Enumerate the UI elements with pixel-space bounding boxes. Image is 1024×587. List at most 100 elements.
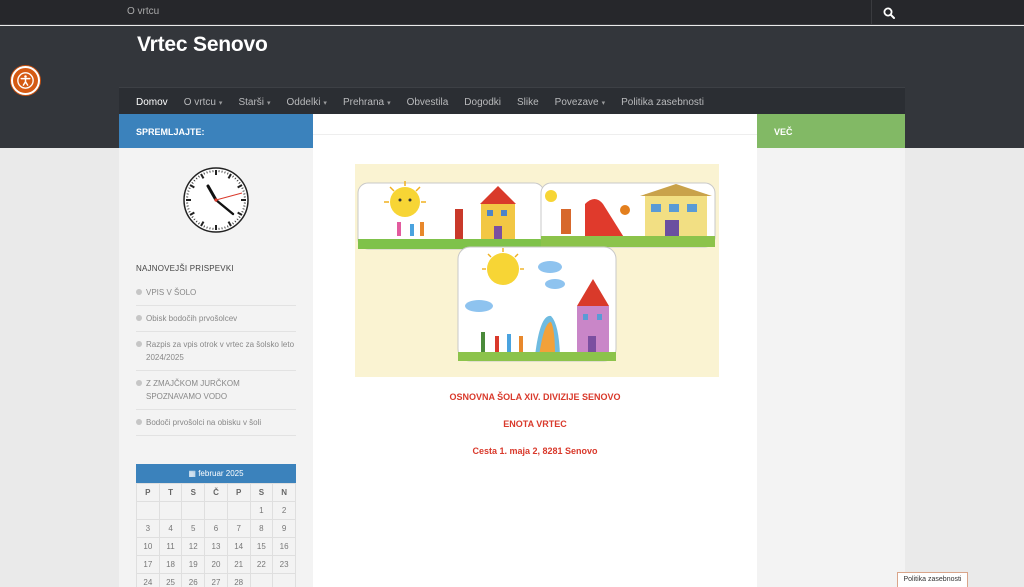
right-sidebar: VEČ [757,114,905,587]
sidebar-heading-more: VEČ [757,114,905,148]
recent-post-link[interactable]: VPIS V ŠOLO [136,280,296,306]
calendar-day[interactable]: 18 [158,555,183,574]
main-content: OSNOVNA ŠOLA XIV. DIVIZIJE SENOVO ENOTA … [313,114,757,587]
main-nav: Domov O vrtcu ▾ Starši ▾ Oddelki ▾ Prehrana ▾ Obv… [119,87,905,115]
calendar-day[interactable]: 21 [226,555,251,574]
calendar-day[interactable]: 24 [136,573,160,587]
nav-item-label: Politika zasebnosti [621,96,704,108]
calendar-day[interactable]: 15 [249,537,274,556]
nav-item-slike[interactable]: Slike [517,97,539,108]
chevron-down-icon: ▾ [267,99,271,107]
nav-item-label: Domov [136,96,168,108]
nav-item-o-vrtcu[interactable]: O vrtcu ▾ [184,97,223,108]
unit-name: ENOTA VRTEC [503,419,567,429]
calendar-day[interactable]: 22 [249,555,274,574]
calendar-day[interactable]: 4 [158,519,183,538]
calendar-day[interactable]: 9 [272,519,296,538]
nav-item-obvestila[interactable]: Obvestila [407,97,449,108]
calendar-day [204,501,228,520]
recent-post-link[interactable]: Razpis za vpis otrok v vrtec za šolsko l… [136,332,296,371]
calendar-widget: ▦ februar 2025 P T S Č P S N 1 2 3 4 5 6 7 8 9 10 11 12 13 1… [136,464,296,587]
calendar-day [272,573,296,587]
nav-item-starši[interactable]: Starši ▾ [238,97,270,108]
calendar-weekday: S [249,483,274,502]
calendar-day [158,501,183,520]
nav-item-povezave[interactable]: Povezave ▾ [555,97,605,108]
calendar-day[interactable]: 19 [181,555,206,574]
calendar-weekday: P [226,483,251,502]
left-sidebar: SPREMLJAJTE: NAJNOVEJŠI PRISPEVKI VPIS V… [119,114,313,587]
calendar-day[interactable]: 23 [272,555,296,574]
calendar-day[interactable]: 2 [272,501,296,520]
calendar-day[interactable]: 11 [158,537,183,556]
calendar-day[interactable]: 1 [249,501,274,520]
calendar-weekday: N [272,483,296,502]
school-name: OSNOVNA ŠOLA XIV. DIVIZIJE SENOVO [449,392,621,402]
calendar-weekday: T [158,483,183,502]
calendar-day[interactable]: 25 [158,573,183,587]
calendar-day[interactable]: 13 [204,537,228,556]
calendar-header: ▦ februar 2025 [136,464,296,483]
calendar-grid: P T S Č P S N 1 2 3 4 5 6 7 8 9 10 11 12 13 14 15 16 17 18 19 20 21… [136,483,296,587]
site-title[interactable]: Vrtec Senovo [137,33,268,57]
nav-item-politika-zasebnosti[interactable]: Politika zasebnosti [621,97,704,108]
children-drawings-image [355,164,719,377]
nav-item-label: Prehrana [342,96,385,108]
nav-item-label: Obvestila [406,96,449,108]
content-divider [313,134,757,135]
chevron-down-icon: ▾ [387,99,391,107]
recent-post-link[interactable]: Bodoči prvošolci na obisku v šoli [136,410,296,436]
calendar-day [136,501,160,520]
calendar-day[interactable]: 8 [249,519,274,538]
analog-clock [183,167,249,233]
calendar-weekday: S [181,483,206,502]
nav-item-label: Povezave [554,96,599,108]
nav-item-label: Starši [238,96,264,108]
chevron-down-icon: ▾ [601,99,606,107]
chevron-down-icon: ▾ [218,99,223,107]
nav-item-oddelki[interactable]: Oddelki ▾ [287,97,327,108]
calendar-icon: ▦ [188,469,196,478]
nav-item-label: Dogodki [464,96,501,108]
calendar-day[interactable]: 20 [204,555,228,574]
nav-item-prehrana[interactable]: Prehrana ▾ [343,97,391,108]
nav-item-dogodki[interactable]: Dogodki [464,97,501,108]
calendar-day [181,501,206,520]
privacy-policy-badge[interactable]: Politika zasebnosti [897,572,968,587]
calendar-day[interactable]: 16 [272,537,296,556]
nav-item-label: O vrtcu [183,96,216,108]
calendar-day[interactable]: 27 [204,573,228,587]
calendar-month: februar 2025 [198,469,244,478]
calendar-day[interactable]: 7 [226,519,251,538]
recent-posts-title: NAJNOVEJŠI PRISPEVKI [136,264,234,273]
top-bar: O vrtcu [0,0,1024,25]
nav-item-label: Oddelki [286,96,321,108]
top-link-o-vrtcu[interactable]: O vrtcu [127,6,159,17]
school-address: Cesta 1. maja 2, 8281 Senovo [472,446,598,456]
calendar-day[interactable]: 17 [136,555,160,574]
chevron-down-icon: ▾ [323,99,327,107]
calendar-day[interactable]: 3 [136,519,160,538]
calendar-day[interactable]: 5 [181,519,206,538]
calendar-day[interactable]: 14 [226,537,251,556]
calendar-day[interactable]: 10 [136,537,160,556]
calendar-day[interactable]: 26 [181,573,206,587]
calendar-day [249,573,274,587]
nav-list: Domov O vrtcu ▾ Starši ▾ Oddelki ▾ Prehrana ▾ Obv… [119,88,905,116]
search-button[interactable] [871,0,905,25]
search-icon [883,7,895,19]
nav-item-domov[interactable]: Domov [136,97,168,108]
accessibility-button[interactable] [11,66,40,95]
nav-item-label: Slike [516,96,539,108]
calendar-day [226,501,251,520]
calendar-day[interactable]: 12 [181,537,206,556]
recent-post-link[interactable]: Obisk bodočih prvošolcev [136,306,296,332]
calendar-day[interactable]: 6 [204,519,228,538]
calendar-weekday: Č [204,483,228,502]
calendar-weekday: P [136,483,160,502]
accessibility-icon [17,72,34,89]
recent-posts-list: VPIS V ŠOLO Obisk bodočih prvošolcev Razpi… [136,280,296,436]
sidebar-heading-follow: SPREMLJAJTE: [119,114,313,148]
recent-post-link[interactable]: Z ZMAJČKOM JURČKOM SPOZNAVAMO VODO [136,371,296,410]
calendar-day[interactable]: 28 [226,573,251,587]
